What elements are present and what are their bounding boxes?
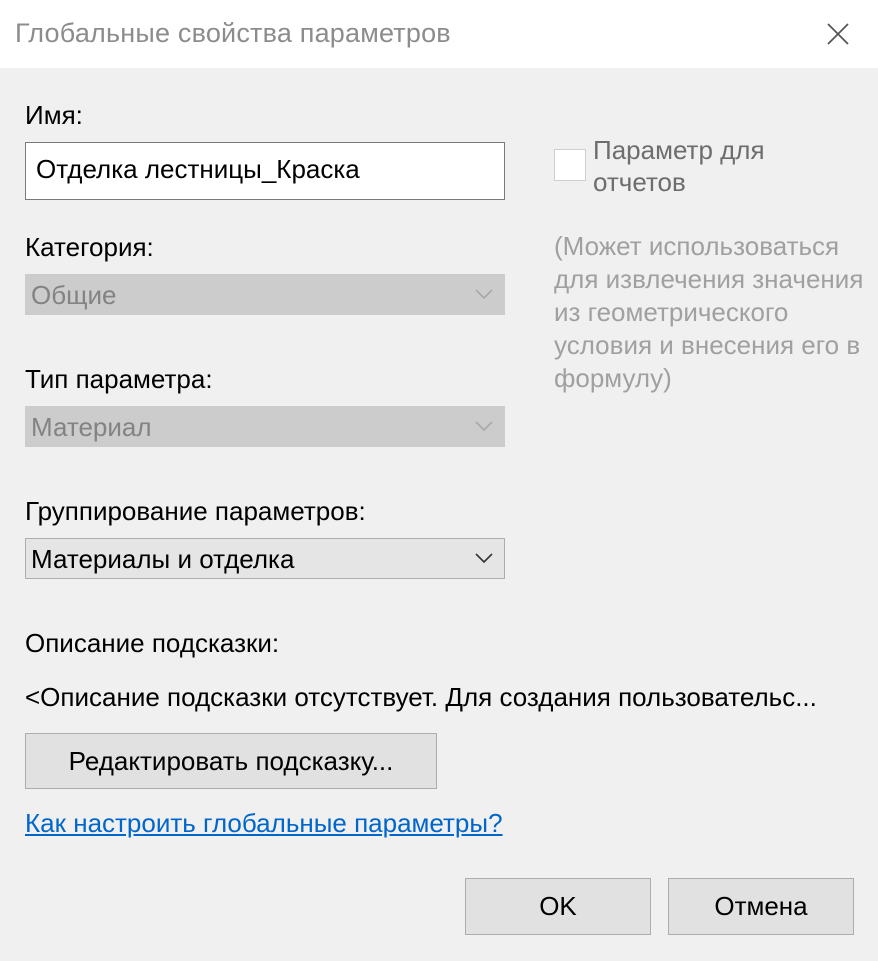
close-button[interactable] — [818, 14, 858, 54]
reporting-checkbox[interactable] — [554, 149, 586, 181]
chevron-down-icon — [475, 553, 493, 564]
grouping-select[interactable]: Материалы и отделка — [25, 538, 505, 579]
name-label: Имя: — [25, 100, 83, 130]
category-value: Общие — [31, 280, 117, 310]
ok-button[interactable]: OK — [465, 878, 651, 935]
close-icon — [827, 23, 849, 45]
title-bar: Глобальные свойства параметров — [0, 0, 878, 68]
param-type-select: Материал — [25, 406, 505, 447]
help-link[interactable]: Как настроить глобальные параметры? — [25, 808, 503, 839]
reporting-hint: (Может использоваться для извлечения зна… — [554, 231, 864, 393]
cancel-button[interactable]: Отмена — [668, 878, 854, 935]
edit-tooltip-button[interactable]: Редактировать подсказку... — [25, 733, 437, 789]
param-type-label: Тип параметра: — [25, 364, 213, 394]
reporting-label: Параметр для отчетов — [593, 135, 765, 197]
grouping-value: Материалы и отделка — [31, 544, 295, 574]
tooltip-text: <Описание подсказки отсутствует. Для соз… — [25, 682, 817, 712]
window-title: Глобальные свойства параметров — [15, 18, 451, 48]
category-select: Общие — [25, 274, 505, 315]
chevron-down-icon — [475, 289, 493, 300]
grouping-label: Группирование параметров: — [25, 496, 366, 526]
chevron-down-icon — [475, 421, 493, 432]
name-input[interactable]: Отделка лестницы_Краска — [25, 142, 505, 200]
param-type-value: Материал — [31, 412, 152, 442]
category-label: Категория: — [25, 232, 154, 262]
tooltip-label: Описание подсказки: — [25, 628, 280, 658]
